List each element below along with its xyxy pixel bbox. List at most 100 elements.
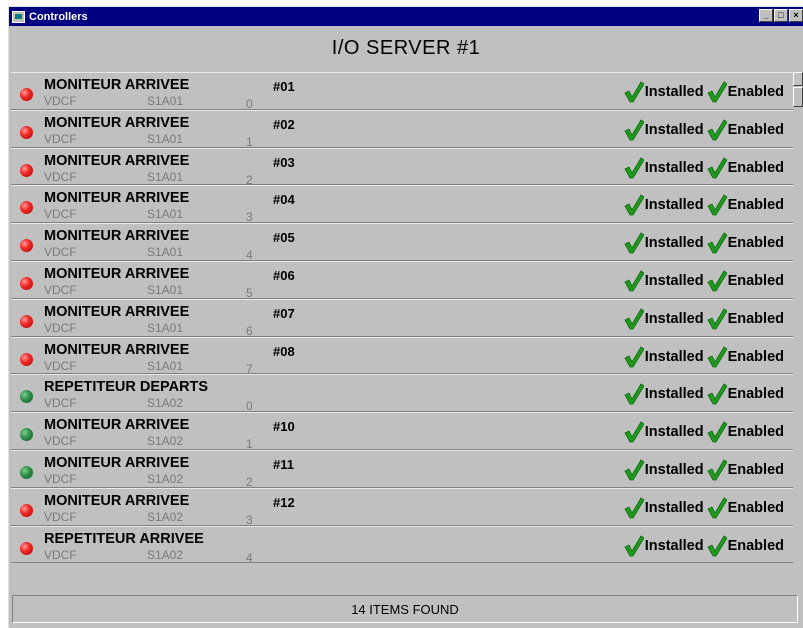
status-led-icon	[20, 239, 33, 253]
controller-name: MONITEUR ARRIVEE	[44, 114, 190, 131]
controller-name: MONITEUR ARRIVEE	[44, 77, 190, 93]
controller-channel: 4	[246, 550, 253, 565]
installed-check-icon	[624, 119, 644, 141]
app-icon[interactable]	[12, 10, 25, 23]
controller-row[interactable]: MONITEUR ARRIVEE VDCF S1A02 1 #10 Instal…	[11, 412, 793, 451]
controller-address: S1A01	[147, 94, 184, 108]
installed-check-icon	[624, 534, 644, 557]
controller-name: MONITEUR ARRIVEE	[44, 492, 190, 509]
controller-name: MONITEUR ARRIVEE	[44, 190, 190, 207]
controller-row[interactable]: MONITEUR ARRIVEE VDCF S1A01 5 #06 Instal…	[11, 260, 793, 300]
controller-type: VDCF	[44, 245, 77, 260]
enabled-check-icon	[707, 308, 727, 330]
status-led-icon	[20, 201, 33, 215]
controller-number: #01	[273, 79, 295, 94]
enabled-check-icon	[707, 459, 727, 481]
controller-row[interactable]: MONITEUR ARRIVEE VDCF S1A02 3 #12 Instal…	[11, 487, 793, 527]
enabled-label: Enabled	[727, 235, 784, 252]
controller-row[interactable]: REPETITEUR ARRIVEE VDCF S1A02 4 Installe…	[11, 525, 793, 565]
status-led-icon	[20, 428, 33, 442]
status-led-icon	[20, 390, 33, 404]
controller-status: Installed Enabled	[624, 497, 787, 519]
minimize-button[interactable]: _	[759, 9, 773, 22]
installed-label: Installed	[644, 272, 704, 289]
controller-type: VDCF	[44, 434, 77, 449]
controller-address: S1A02	[147, 434, 184, 449]
status-led-icon	[20, 88, 33, 101]
controller-row[interactable]: MONITEUR ARRIVEE VDCF S1A01 1 #02 Instal…	[11, 109, 793, 149]
controller-row[interactable]: MONITEUR ARRIVEE VDCF S1A01 4 #05 Instal…	[11, 223, 793, 262]
enabled-check-icon	[707, 194, 727, 216]
controller-list: MONITEUR ARRIVEE VDCF S1A01 0 #01 Instal…	[11, 72, 793, 589]
installed-label: Installed	[644, 121, 704, 138]
installed-check-icon	[624, 270, 644, 292]
status-led-icon	[20, 314, 33, 328]
installed-check-icon	[624, 157, 644, 179]
controller-number: #10	[273, 419, 295, 435]
controller-row[interactable]: REPETITEUR DEPARTS VDCF S1A02 0 Installe…	[11, 374, 793, 413]
controller-name: MONITEUR ARRIVEE	[44, 152, 190, 169]
controller-address: S1A02	[147, 471, 184, 486]
controller-type: VDCF	[44, 320, 77, 335]
controller-address: S1A01	[147, 131, 184, 146]
installed-label: Installed	[644, 537, 704, 554]
installed-check-icon	[624, 194, 644, 216]
controller-row[interactable]: MONITEUR ARRIVEE VDCF S1A01 0 #01 Instal…	[11, 72, 793, 111]
controller-name: MONITEUR ARRIVEE	[44, 303, 190, 320]
server-title: I/O SERVER #1	[331, 37, 481, 59]
controller-address: S1A02	[147, 396, 184, 411]
controller-number: #03	[273, 154, 295, 170]
controller-name: MONITEUR ARRIVEE	[44, 454, 190, 471]
vertical-scrollbar[interactable]	[793, 72, 803, 589]
status-led-icon	[20, 163, 33, 177]
controller-number: #05	[273, 230, 295, 246]
installed-label: Installed	[644, 84, 704, 100]
controller-number: #02	[273, 116, 295, 132]
installed-label: Installed	[644, 235, 704, 252]
controller-name: REPETITEUR ARRIVEE	[44, 530, 204, 547]
controller-row[interactable]: MONITEUR ARRIVEE VDCF S1A01 3 #04 Instal…	[11, 185, 793, 224]
installed-check-icon	[624, 497, 644, 519]
maximize-button[interactable]: □	[774, 9, 788, 22]
enabled-check-icon	[707, 421, 727, 443]
controller-status: Installed Enabled	[624, 421, 787, 443]
enabled-label: Enabled	[727, 159, 784, 176]
installed-check-icon	[624, 346, 644, 368]
status-led-icon	[20, 352, 33, 366]
controller-row[interactable]: MONITEUR ARRIVEE VDCF S1A02 2 #11 Instal…	[11, 449, 793, 489]
enabled-label: Enabled	[727, 461, 784, 478]
controller-row[interactable]: MONITEUR ARRIVEE VDCF S1A01 6 #07 Instal…	[11, 298, 793, 338]
enabled-label: Enabled	[727, 499, 784, 516]
status-led-icon	[20, 541, 33, 555]
controller-type: VDCF	[44, 207, 77, 222]
controller-status: Installed Enabled	[624, 346, 787, 368]
status-led-icon	[20, 503, 33, 517]
enabled-label: Enabled	[727, 424, 784, 441]
enabled-label: Enabled	[727, 537, 784, 554]
installed-label: Installed	[644, 310, 704, 327]
controller-number: #06	[273, 267, 295, 283]
controller-address: S1A01	[147, 282, 184, 297]
installed-check-icon	[624, 421, 644, 443]
installed-check-icon	[624, 459, 644, 481]
controller-status: Installed Enabled	[624, 232, 787, 254]
installed-check-icon	[624, 308, 644, 330]
controller-row[interactable]: MONITEUR ARRIVEE VDCF S1A01 2 #03 Instal…	[11, 147, 793, 187]
controller-number: #12	[273, 494, 295, 510]
title-bar[interactable]: Controllers _ □ ×	[9, 7, 803, 26]
window-controls: _ □ ×	[758, 9, 803, 22]
scroll-up-button[interactable]	[793, 72, 803, 86]
controller-type: VDCF	[44, 471, 77, 486]
installed-label: Installed	[644, 159, 704, 176]
controller-address: S1A01	[147, 207, 184, 222]
enabled-label: Enabled	[727, 348, 784, 365]
close-button[interactable]: ×	[789, 9, 803, 22]
controller-row[interactable]: MONITEUR ARRIVEE VDCF S1A01 7 #08 Instal…	[11, 336, 793, 376]
enabled-check-icon	[707, 346, 727, 368]
controller-type: VDCF	[44, 131, 77, 146]
scroll-thumb[interactable]	[793, 87, 803, 107]
installed-label: Installed	[644, 499, 704, 516]
controller-name: REPETITEUR DEPARTS	[44, 379, 209, 396]
controller-status: Installed Enabled	[624, 534, 787, 557]
controller-type: VDCF	[44, 358, 77, 373]
